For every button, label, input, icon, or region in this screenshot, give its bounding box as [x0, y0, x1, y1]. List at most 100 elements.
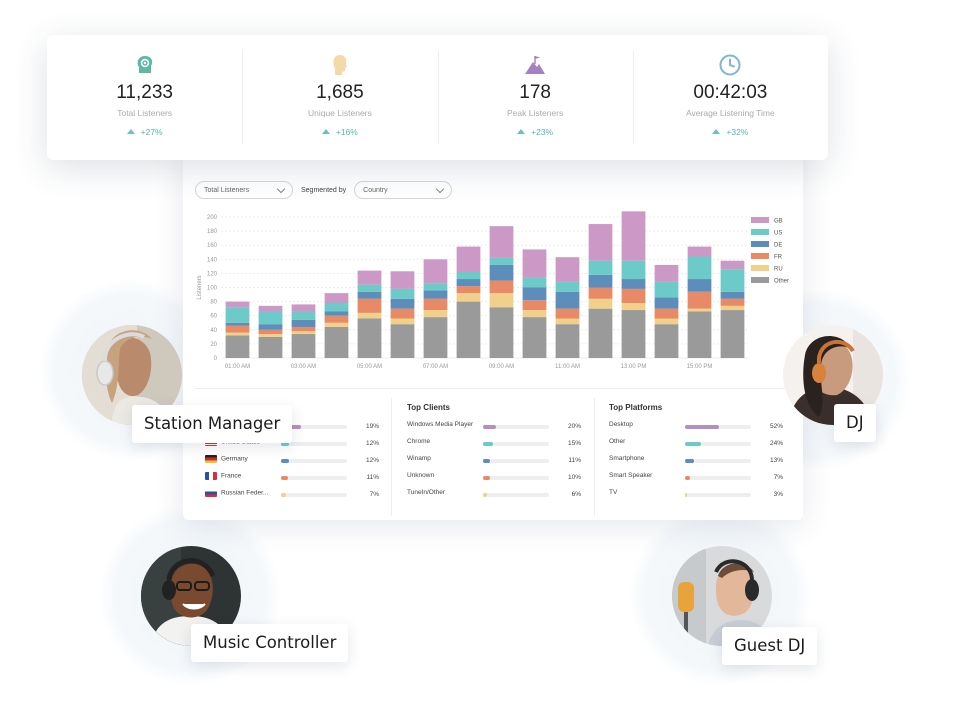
platform-name: Smartphone [609, 455, 683, 462]
platform-row: Smart Speaker 7% [609, 470, 789, 487]
country-bar-fill [281, 493, 286, 497]
divider [391, 398, 392, 516]
platform-percent: 7% [773, 474, 783, 481]
stat-label: Unique Listeners [307, 108, 372, 118]
metric-select[interactable]: Total Listeners [195, 181, 293, 199]
legend-label: DE [774, 243, 782, 249]
bar-segment-other [621, 310, 646, 358]
client-name-text: Unknown [407, 472, 435, 479]
country-bar-track [281, 459, 347, 463]
analytics-dashboard: Total Listeners Segmented by Country 0 20… [183, 150, 803, 520]
y-axis-label: Listeners [197, 275, 203, 299]
country-name: Germany [205, 455, 279, 463]
bar-segment-us [720, 269, 745, 292]
segment-select-value: Country [363, 186, 388, 194]
country-bar-fill [281, 459, 289, 463]
bar-segment-other [720, 310, 745, 358]
legend-label: Other [774, 279, 789, 285]
x-tick-label: 01:00 AM [225, 364, 250, 370]
role-label-music-controller: Music Controller [191, 624, 349, 662]
bar-segment-us [390, 288, 415, 299]
client-row: Winamp 11% [407, 453, 587, 470]
country-name-text: Russian Feder... [221, 489, 269, 497]
stat-change: +32% [633, 127, 828, 137]
client-name: Chrome [407, 438, 481, 445]
bar-segment-other [291, 334, 316, 358]
stat-change: +16% [242, 127, 437, 137]
bar-segment-ru [357, 312, 382, 319]
country-percent: 12% [365, 440, 379, 447]
bar-segment-ru [225, 332, 250, 336]
country-name: Russian Feder... [205, 489, 279, 497]
bar-segment-us [456, 271, 481, 280]
bar-segment-ru [423, 310, 448, 318]
divider [195, 388, 791, 389]
bar-segment-other [423, 317, 448, 358]
bar-segment-gb [357, 270, 382, 285]
bar-segment-de [555, 291, 580, 309]
bar-segment-other [258, 336, 283, 358]
client-name-text: TuneIn/Other [407, 489, 446, 496]
platform-bar-fill [685, 425, 719, 429]
x-tick-label: 03:00 AM [291, 364, 316, 370]
bar-segment-us [423, 283, 448, 291]
client-bar-fill [483, 459, 490, 463]
bar-segment-other [588, 308, 613, 358]
bar-segment-de [324, 311, 349, 316]
bar-segment-other [654, 324, 679, 358]
clock-icon [719, 54, 741, 76]
country-bar-fill [281, 476, 288, 480]
bar-segment-fr [423, 298, 448, 311]
bar-segment-gb [687, 246, 712, 257]
client-bar-track [483, 476, 549, 480]
bar-segment-ru [324, 322, 349, 327]
bar-segment-other [324, 326, 349, 358]
y-tick-label: 200 [207, 215, 218, 221]
country-bar-track [281, 476, 347, 480]
head-silhouette-icon [333, 55, 347, 75]
client-percent: 11% [568, 457, 581, 464]
client-row: Unknown 10% [407, 470, 587, 487]
client-bar-track [483, 442, 549, 446]
client-percent: 10% [567, 474, 581, 481]
bar-segment-ru [456, 293, 481, 302]
bar-segment-fr [522, 300, 547, 311]
platform-row: Other 24% [609, 436, 789, 453]
platform-percent: 24% [769, 440, 783, 447]
client-bar-fill [483, 425, 496, 429]
x-tick-label: 11:00 AM [555, 364, 580, 370]
top-clients-table: Top Clients Windows Media Player 20% Chrom… [407, 403, 587, 504]
bar-segment-us [489, 257, 514, 265]
bar-segment-other [357, 318, 382, 358]
fr-flag-icon [205, 472, 217, 480]
platform-percent: 52% [769, 423, 783, 430]
bar-segment-fr [489, 280, 514, 294]
y-tick-label: 0 [214, 356, 218, 362]
platform-name: Other [609, 438, 683, 445]
bar-segment-de [522, 287, 547, 301]
bar-segment-us [225, 307, 250, 323]
stats-summary-card: 11,233 Total Listeners +27% 1,685 Unique… [47, 35, 828, 160]
bar-segment-fr [324, 315, 349, 323]
country-percent: 12% [365, 457, 379, 464]
chart-filters: Total Listeners Segmented by Country [195, 180, 453, 200]
bar-segment-de [390, 298, 415, 309]
bar-segment-us [621, 260, 646, 280]
mountain-flag-icon [525, 56, 546, 74]
bar-segment-ru [522, 310, 547, 318]
top-platforms-table: Top Platforms Desktop 52% Other 24% Smartpho… [609, 403, 789, 504]
segment-select[interactable]: Country [354, 181, 453, 199]
country-row: France 11% [205, 470, 385, 487]
client-name: Windows Media Player [407, 421, 481, 428]
bar-segment-ru [687, 308, 712, 312]
bar-segment-gb [423, 259, 448, 284]
role-label-guest-dj: Guest DJ [722, 627, 818, 665]
stat-label: Average Listening Time [686, 108, 775, 118]
y-tick-label: 40 [210, 328, 217, 334]
bar-segment-ru [654, 318, 679, 325]
legend-swatch [751, 229, 769, 235]
country-percent: 19% [365, 423, 379, 430]
client-name-text: Chrome [407, 438, 431, 445]
bar-segment-fr [621, 288, 646, 304]
platform-bar-fill [685, 476, 690, 480]
